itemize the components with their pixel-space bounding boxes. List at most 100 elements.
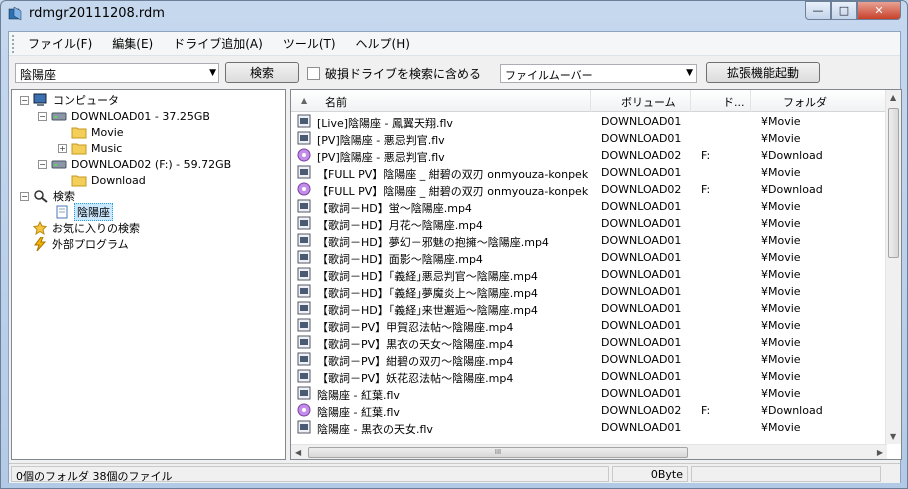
cell-folder: ¥Movie bbox=[761, 319, 801, 332]
window-controls: — □ ✕ bbox=[805, 1, 901, 21]
collapse-toggle-icon[interactable]: − bbox=[20, 95, 29, 105]
cell-volume: DOWNLOAD02 bbox=[601, 183, 682, 196]
table-row[interactable]: 【歌詞－PV】甲賀忍法帖～陰陽座.mp4 DOWNLOAD01 ¥Movie bbox=[291, 317, 887, 334]
table-row[interactable]: 陰陽座 - 紅葉.flv DOWNLOAD01 ¥Movie bbox=[291, 385, 887, 402]
scroll-right-icon[interactable]: ▶ bbox=[877, 448, 883, 457]
tree-node-folder-download[interactable]: Download bbox=[71, 172, 146, 188]
video-file-icon bbox=[297, 165, 311, 179]
tree-label: 外部プログラム bbox=[52, 238, 129, 251]
menu-tools[interactable]: ツール(T) bbox=[273, 35, 346, 52]
tree-node-external-programs[interactable]: 外部プログラム bbox=[32, 236, 129, 252]
navigation-tree: − コンピュータ − DOWNLOAD01 - 37.25GB Movie + … bbox=[11, 89, 286, 460]
video-file-icon bbox=[297, 335, 311, 349]
app-icon bbox=[8, 6, 22, 21]
cell-name: 【歌詞－HD】｢義経｣悪忌判官～陰陽座.mp4 bbox=[317, 270, 538, 283]
menu-add-drive[interactable]: ドライブ追加(A) bbox=[163, 35, 273, 52]
dropdown-arrow-icon: ▼ bbox=[686, 68, 693, 78]
table-row[interactable]: 【歌詞－PV】黒衣の天女～陰陽座.mp4 DOWNLOAD01 ¥Movie bbox=[291, 334, 887, 351]
saved-search-icon bbox=[56, 205, 68, 219]
cell-name: 【歌詞－HD】｢義経｣来世邂逅～陰陽座.mp4 bbox=[317, 304, 538, 317]
cell-volume: DOWNLOAD01 bbox=[601, 200, 682, 213]
media-file-icon bbox=[297, 403, 311, 417]
cell-name: 【歌詞－HD】蛍～陰陽座.mp4 bbox=[317, 202, 472, 215]
maximize-button[interactable]: □ bbox=[831, 1, 857, 20]
minimize-button[interactable]: — bbox=[805, 1, 831, 20]
menu-help[interactable]: ヘルプ(H) bbox=[346, 35, 420, 52]
cell-name: 【歌詞－PV】甲賀忍法帖～陰陽座.mp4 bbox=[317, 321, 514, 334]
collapse-toggle-icon[interactable]: − bbox=[20, 191, 29, 201]
video-file-icon bbox=[297, 114, 311, 128]
close-button[interactable]: ✕ bbox=[857, 1, 901, 20]
tree-label-selected: 陰陽座 bbox=[74, 203, 113, 221]
cell-folder: ¥Movie bbox=[761, 302, 801, 315]
tree-node-drive1[interactable]: − DOWNLOAD01 - 37.25GB bbox=[38, 108, 210, 124]
table-row[interactable]: 【歌詞－HD】｢義経｣悪忌判官～陰陽座.mp4 DOWNLOAD01 ¥Movie bbox=[291, 266, 887, 283]
horizontal-scrollbar[interactable]: ◀ III ▶ bbox=[291, 444, 887, 459]
table-row[interactable]: 【歌詞－HD】｢義経｣来世邂逅～陰陽座.mp4 DOWNLOAD01 ¥Movie bbox=[291, 300, 887, 317]
collapse-toggle-icon[interactable]: − bbox=[38, 111, 47, 121]
search-button[interactable]: 検索 bbox=[225, 62, 299, 83]
tree-node-search-result[interactable]: 陰陽座 bbox=[54, 203, 113, 221]
video-file-icon bbox=[297, 318, 311, 332]
collapse-toggle-icon[interactable]: − bbox=[38, 159, 47, 169]
column-header-drive[interactable]: ド... bbox=[691, 90, 751, 112]
tree-node-computer[interactable]: − コンピュータ bbox=[20, 92, 119, 108]
table-row[interactable]: 【歌詞－HD】蛍～陰陽座.mp4 DOWNLOAD01 ¥Movie bbox=[291, 198, 887, 215]
cell-folder: ¥Movie bbox=[761, 387, 801, 400]
include-broken-label: 破損ドライブを検索に含める bbox=[325, 67, 482, 81]
cell-volume: DOWNLOAD01 bbox=[601, 353, 682, 366]
table-row[interactable]: 【FULL PV】陰陽座 _ 紺碧の双刃 onmyouza-konpeki...… bbox=[291, 181, 887, 198]
column-header-volume[interactable]: ボリューム bbox=[591, 90, 691, 112]
table-row[interactable]: [PV]陰陽座 - 悪忌判官.flv DOWNLOAD02 F: ¥Download bbox=[291, 147, 887, 164]
menu-file[interactable]: ファイル(F) bbox=[18, 35, 102, 52]
tree-node-folder-movie[interactable]: Movie bbox=[71, 124, 124, 140]
include-broken-checkbox[interactable] bbox=[307, 67, 320, 80]
dropdown-arrow-icon[interactable]: ▼ bbox=[209, 68, 216, 78]
status-total-size: 0Byte bbox=[612, 466, 688, 482]
file-list: ▲ 名前 ボリューム ド... フォルダ [Live]陰陽座 - 鳳翼天翔.fl… bbox=[290, 89, 902, 460]
status-bar: 0個のフォルダ 38個のファイル 0Byte bbox=[9, 463, 900, 483]
video-file-icon bbox=[297, 250, 311, 264]
table-row[interactable]: 【歌詞－HD】面影～陰陽座.mp4 DOWNLOAD01 ¥Movie bbox=[291, 249, 887, 266]
table-row[interactable]: 【歌詞－HD】｢義経｣夢魔炎上～陰陽座.mp4 DOWNLOAD01 ¥Movie bbox=[291, 283, 887, 300]
column-header-folder[interactable]: フォルダ bbox=[751, 90, 887, 112]
table-row[interactable]: 【FULL PV】陰陽座 _ 紺碧の双刃 onmyouza-konpeki...… bbox=[291, 164, 887, 181]
vertical-scrollbar[interactable]: ▲ ▼ bbox=[885, 90, 901, 444]
cell-name: 【歌詞－PV】黒衣の天女～陰陽座.mp4 bbox=[317, 338, 514, 351]
video-file-icon bbox=[297, 369, 311, 383]
tree-node-drive2[interactable]: − DOWNLOAD02 (F:) - 59.72GB bbox=[38, 156, 231, 172]
scroll-left-icon[interactable]: ◀ bbox=[295, 448, 301, 457]
menu-edit[interactable]: 編集(E) bbox=[102, 35, 163, 52]
expand-toggle-icon[interactable]: + bbox=[58, 143, 67, 153]
title-bar[interactable]: rdmgr20111208.rdm — □ ✕ bbox=[1, 1, 907, 29]
tree-node-search[interactable]: − 検索 bbox=[20, 188, 75, 204]
search-input-value: 陰陽座 bbox=[20, 68, 57, 82]
file-mover-value: ファイルムーバー bbox=[505, 69, 593, 82]
launch-extension-button[interactable]: 拡張機能起動 bbox=[706, 62, 820, 83]
table-row[interactable]: 陰陽座 - 紅葉.flv DOWNLOAD02 F: ¥Download bbox=[291, 402, 887, 419]
scroll-up-icon[interactable]: ▲ bbox=[890, 93, 896, 102]
vertical-scroll-thumb[interactable] bbox=[888, 108, 899, 258]
table-row[interactable]: 【歌詞－PV】妖花忍法帖～陰陽座.mp4 DOWNLOAD01 ¥Movie bbox=[291, 368, 887, 385]
horizontal-scroll-thumb[interactable]: III bbox=[308, 447, 688, 458]
table-row[interactable]: 【歌詞－HD】月花～陰陽座.mp4 DOWNLOAD01 ¥Movie bbox=[291, 215, 887, 232]
table-row[interactable]: [Live]陰陽座 - 鳳翼天翔.flv DOWNLOAD01 ¥Movie bbox=[291, 113, 887, 130]
video-file-icon bbox=[297, 199, 311, 213]
tree-node-folder-music[interactable]: + Music bbox=[58, 140, 122, 156]
table-row[interactable]: 【歌詞－HD】夢幻－邪魅の抱擁～陰陽座.mp4 DOWNLOAD01 ¥Movie bbox=[291, 232, 887, 249]
tree-label: お気に入りの検索 bbox=[52, 222, 140, 235]
table-row[interactable]: 【歌詞－PV】紺碧の双刃～陰陽座.mp4 DOWNLOAD01 ¥Movie bbox=[291, 351, 887, 368]
table-row[interactable]: 陰陽座 - 黒衣の天女.flv DOWNLOAD01 ¥Movie bbox=[291, 419, 887, 436]
table-row[interactable]: [PV]陰陽座 - 悪忌判官.flv DOWNLOAD01 ¥Movie bbox=[291, 130, 887, 147]
cell-volume: DOWNLOAD01 bbox=[601, 387, 682, 400]
include-broken-option[interactable]: 破損ドライブを検索に含める bbox=[307, 65, 481, 82]
column-header-name[interactable]: 名前 bbox=[291, 90, 591, 112]
file-mover-select[interactable]: ファイルムーバー ▼ bbox=[500, 64, 697, 83]
cell-folder: ¥Movie bbox=[761, 166, 801, 179]
search-input[interactable]: 陰陽座 ▼ bbox=[15, 63, 219, 83]
cell-name: 陰陽座 - 紅葉.flv bbox=[317, 406, 400, 419]
tree-node-favorites[interactable]: お気に入りの検索 bbox=[32, 220, 140, 236]
tree-label: 検索 bbox=[53, 190, 75, 203]
scroll-down-icon[interactable]: ▼ bbox=[890, 432, 896, 441]
cell-name: 【FULL PV】陰陽座 _ 紺碧の双刃 onmyouza-konpeki... bbox=[317, 185, 589, 198]
